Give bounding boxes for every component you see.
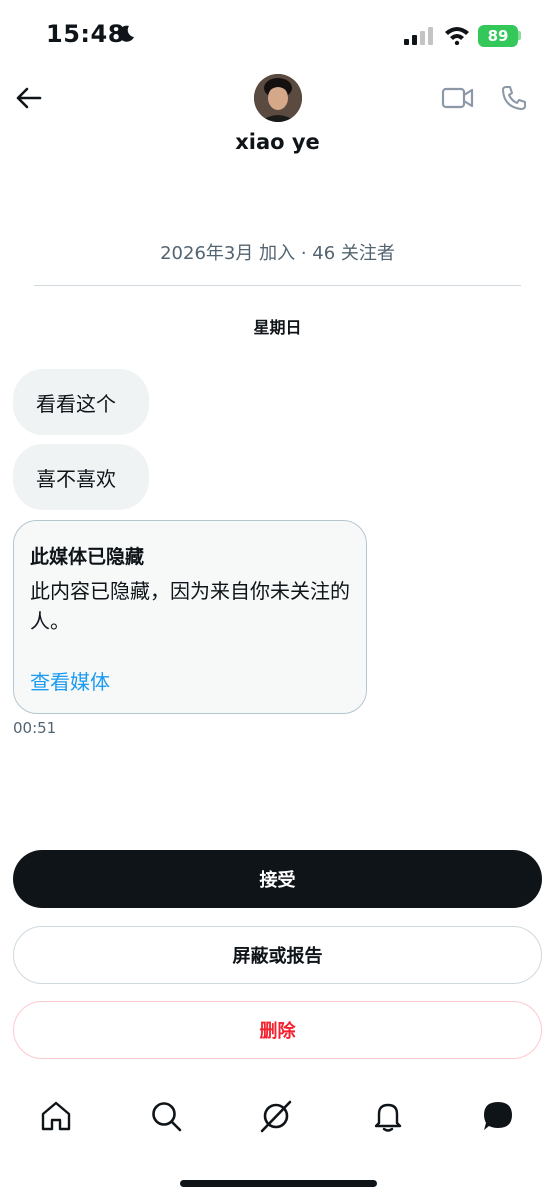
view-media-link[interactable]: 查看媒体 (30, 666, 110, 695)
message-timestamp: 00:51 (13, 719, 57, 737)
status-time: 15:48 (46, 20, 125, 48)
battery-indicator: 89 (478, 25, 518, 47)
video-call-icon[interactable] (441, 84, 475, 112)
divider (34, 285, 521, 286)
cellular-signal-icon (404, 27, 433, 45)
day-separator: 星期日 (253, 318, 302, 337)
search-icon[interactable] (149, 1099, 183, 1133)
battery-tip (518, 31, 521, 40)
home-icon[interactable] (39, 1099, 73, 1133)
block-or-report-button[interactable]: 屏蔽或报告 (13, 926, 542, 984)
home-indicator (180, 1180, 377, 1187)
accept-button[interactable]: 接受 (13, 850, 542, 908)
message-bubble[interactable]: 看看这个 (13, 369, 149, 435)
wifi-icon (445, 27, 469, 45)
avatar[interactable] (254, 74, 302, 122)
hidden-media-description: 此内容已隐藏，因为来自你未关注的人。 (30, 579, 350, 633)
notifications-icon[interactable] (371, 1099, 405, 1133)
contact-name: xiao ye (235, 130, 320, 154)
message-text: 看看这个 (36, 391, 116, 416)
phone-call-icon[interactable] (500, 84, 528, 112)
message-text: 喜不喜欢 (36, 466, 116, 491)
hidden-media-title: 此媒体已隐藏 (30, 546, 145, 568)
avatar-photo (254, 74, 302, 122)
delete-button[interactable]: 删除 (13, 1001, 542, 1059)
grok-icon[interactable] (259, 1099, 293, 1133)
moon-icon (118, 25, 134, 42)
battery-level: 89 (487, 27, 509, 45)
back-arrow-icon[interactable] (14, 84, 42, 112)
messages-icon[interactable] (481, 1099, 515, 1133)
profile-join-info: 2026年3月 加入 · 46 关注者 (160, 243, 395, 264)
message-bubble[interactable]: 喜不喜欢 (13, 444, 149, 510)
